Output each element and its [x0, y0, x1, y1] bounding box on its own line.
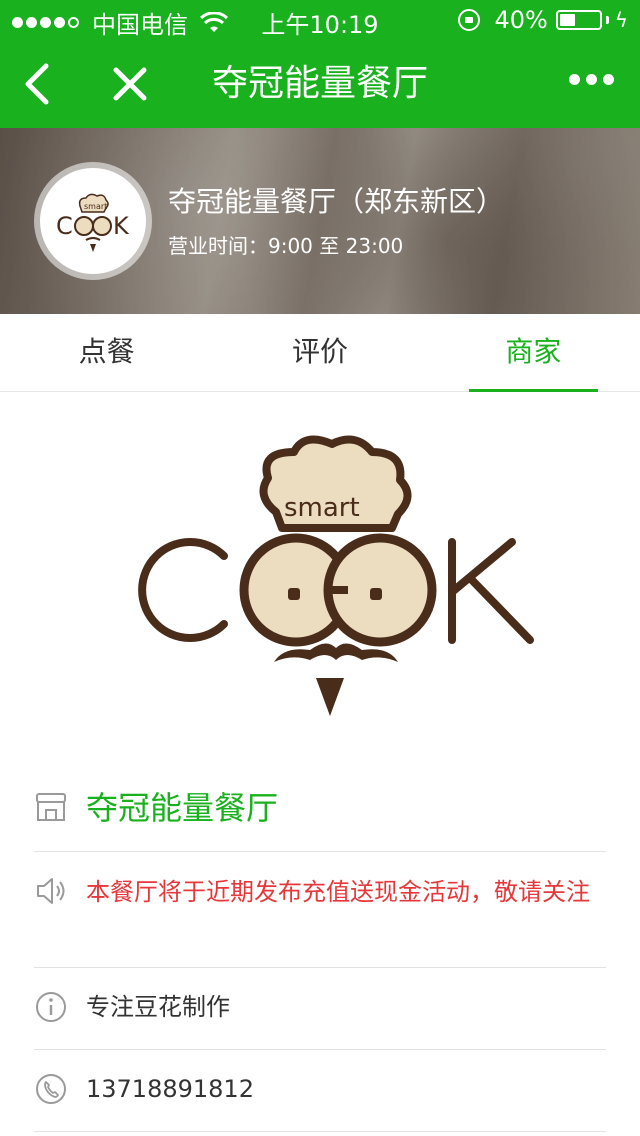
store-banner: smart C K 夺冠能量餐厅（郑东新区） 营业时间：9:00 至 23:00	[0, 128, 640, 314]
battery-fill	[559, 14, 575, 26]
tab-merchant[interactable]: 商家	[427, 314, 640, 392]
logo-hat-text: smart	[284, 493, 360, 523]
merchant-logo: smart	[0, 392, 640, 752]
battery-percent: 40%	[494, 6, 548, 34]
smart-cook-logo: smart	[138, 435, 534, 716]
nav-bar: 夺冠能量餐厅	[0, 40, 640, 128]
store-icon	[36, 793, 66, 821]
more-dot	[586, 74, 597, 85]
svg-text:smart: smart	[84, 202, 107, 211]
business-hours: 营业时间：9:00 至 23:00	[168, 234, 404, 258]
phone-icon	[36, 1074, 66, 1104]
speaker-icon	[37, 878, 65, 904]
info-row-name: 夺冠能量餐厅	[34, 760, 606, 852]
tab-bar: 点餐 评价 商家	[0, 314, 640, 392]
more-dots-icon[interactable]	[563, 74, 614, 85]
info-row-notice: 本餐厅将于近期发布充值送现金活动，敬请关注	[34, 852, 606, 968]
tab-reviews[interactable]: 评价	[213, 314, 426, 391]
info-icon	[36, 992, 66, 1022]
store-name-title: 夺冠能量餐厅（郑东新区）	[168, 185, 505, 218]
status-bar: 中国电信 上午10:19 40% ϟ	[0, 0, 640, 40]
smart-cook-logo-small: smart C K	[56, 193, 130, 252]
status-right: 40% ϟ	[458, 6, 628, 34]
merchant-name: 夺冠能量餐厅	[86, 789, 279, 827]
phone-number[interactable]: 13718891812	[86, 1072, 606, 1106]
promotion-notice: 本餐厅将于近期发布充值送现金活动，敬请关注	[86, 878, 590, 906]
battery-icon	[555, 10, 602, 30]
more-dot	[603, 74, 614, 85]
avatar-ring: smart C K	[34, 162, 152, 280]
svg-text:K: K	[113, 212, 130, 240]
tab-order[interactable]: 点餐	[0, 314, 213, 391]
rotation-lock-icon	[458, 9, 481, 31]
avatar: smart C K	[40, 168, 146, 274]
charging-bolt-icon: ϟ	[614, 8, 628, 32]
page-title: 夺冠能量餐厅	[211, 63, 428, 104]
battery-cap	[605, 16, 609, 24]
info-row-description: 专注豆花制作	[34, 968, 606, 1050]
svg-text:C: C	[56, 212, 73, 240]
more-dot	[569, 74, 580, 85]
info-row-phone[interactable]: 13718891812	[34, 1050, 606, 1132]
merchant-description: 专注豆花制作	[86, 993, 230, 1021]
